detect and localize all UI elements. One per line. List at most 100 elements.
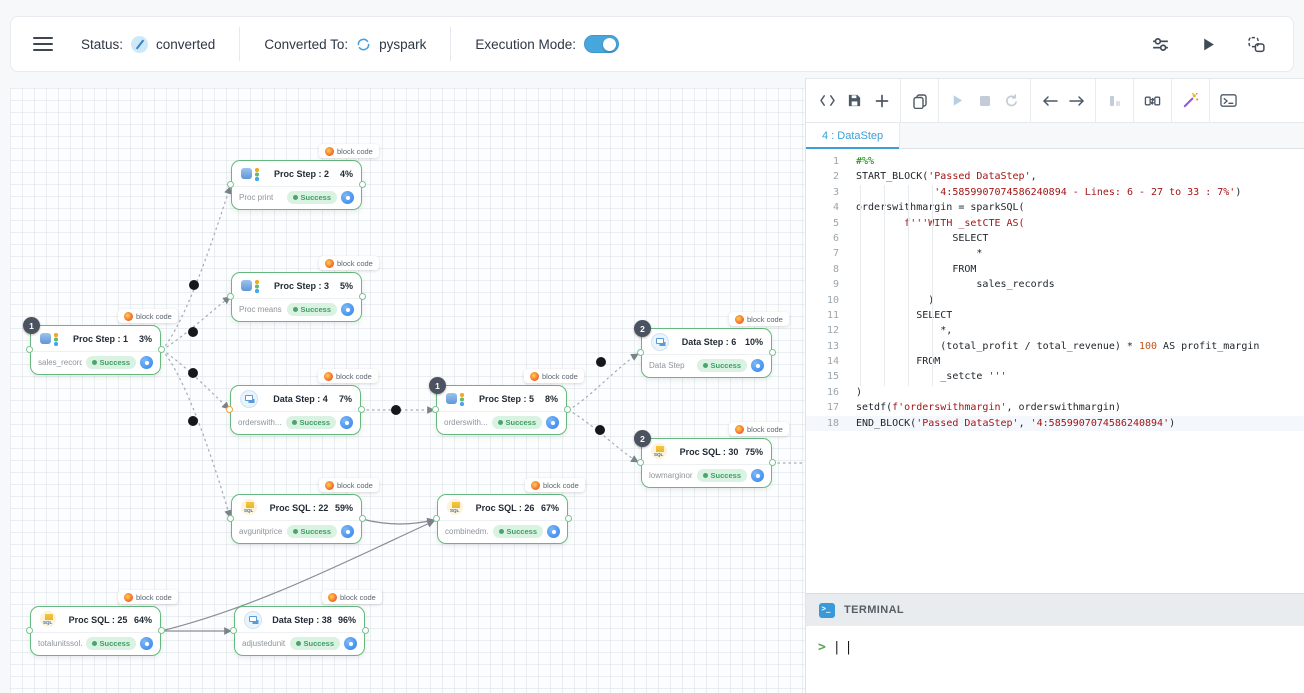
reset-icon[interactable] [998, 87, 1025, 114]
back-icon[interactable] [1036, 87, 1063, 114]
flow-node-data-step-6[interactable]: 2Data Step : 610%Data StepSuccess [641, 328, 772, 378]
code-line[interactable]: 1#%% [806, 154, 1304, 169]
node-action-button[interactable] [341, 303, 354, 316]
code-line[interactable]: 6 SELECT [806, 231, 1304, 246]
code-line[interactable]: 10 ) [806, 293, 1304, 308]
code-line[interactable]: 13 (total_profit / total_revenue) * 100 … [806, 339, 1304, 354]
run-cell-icon[interactable] [944, 87, 971, 114]
output-port[interactable] [359, 515, 366, 522]
flow-node-proc-sql-30[interactable]: 2Proc SQL : 3075%lowmarginor...Success [641, 438, 772, 488]
terminal-header[interactable]: TERMINAL [806, 593, 1304, 626]
node-action-button[interactable] [344, 637, 357, 650]
code-line[interactable]: 18END_BLOCK('Passed DataStep', '4:585990… [806, 416, 1304, 431]
node-action-button[interactable] [140, 637, 153, 650]
code-line[interactable]: 8 FROM [806, 262, 1304, 277]
code-line[interactable]: 9 sales_records [806, 277, 1304, 292]
input-port[interactable] [432, 406, 439, 413]
block-code-chip[interactable]: block code [319, 144, 379, 158]
block-code-chip[interactable]: block code [319, 256, 379, 270]
output-port[interactable] [769, 459, 776, 466]
block-code-chip[interactable]: block code [729, 312, 789, 326]
flow-node-proc-sql-26[interactable]: Proc SQL : 2667%combinedm...Success [437, 494, 568, 544]
run-all-icon[interactable] [1197, 33, 1219, 55]
code-area[interactable]: 1#%%2START_BLOCK('Passed DataStep',3 '4:… [806, 149, 1304, 593]
code-line[interactable]: 2START_BLOCK('Passed DataStep', [806, 169, 1304, 184]
output-port[interactable] [565, 515, 572, 522]
output-port[interactable] [359, 181, 366, 188]
output-port[interactable] [359, 293, 366, 300]
auto-layout-icon[interactable] [1245, 33, 1267, 55]
compare-icon[interactable] [1139, 87, 1166, 114]
input-port[interactable] [227, 293, 234, 300]
format-icon[interactable] [1101, 87, 1128, 114]
edge-collapse-dot[interactable] [188, 416, 198, 426]
edge-collapse-dot[interactable] [188, 327, 198, 337]
flow-node-proc-sql-25[interactable]: Proc SQL : 2564%totalunitssol...Success [30, 606, 161, 656]
code-line[interactable]: 15 _setcte ''' [806, 369, 1304, 384]
input-port[interactable] [637, 349, 644, 356]
menu-icon[interactable] [33, 37, 53, 51]
code-line[interactable]: 17setdf(f'orderswithmargin', orderswithm… [806, 400, 1304, 415]
block-code-chip[interactable]: block code [525, 478, 585, 492]
save-icon[interactable] [841, 87, 868, 114]
copy-icon[interactable] [906, 87, 933, 114]
input-port[interactable] [26, 346, 33, 353]
input-port[interactable] [226, 406, 233, 413]
stop-icon[interactable] [971, 87, 998, 114]
node-action-button[interactable] [751, 359, 764, 372]
settings-sliders-icon[interactable] [1149, 33, 1171, 55]
output-port[interactable] [158, 346, 165, 353]
code-line[interactable]: 14 FROM [806, 354, 1304, 369]
execution-mode-toggle[interactable] [584, 35, 619, 53]
output-port[interactable] [358, 406, 365, 413]
flow-node-data-step-38[interactable]: Data Step : 3896%adjustedunit...Success [234, 606, 365, 656]
block-code-chip[interactable]: block code [319, 478, 379, 492]
node-action-button[interactable] [751, 469, 764, 482]
code-line[interactable]: 12 *, [806, 323, 1304, 338]
add-cell-icon[interactable] [868, 87, 895, 114]
block-code-chip[interactable]: block code [729, 422, 789, 436]
input-port[interactable] [230, 627, 237, 634]
node-action-button[interactable] [140, 356, 153, 369]
node-action-button[interactable] [341, 525, 354, 538]
flow-node-proc-step-1[interactable]: 1Proc Step : 13%sales_recordsSuccess [30, 325, 161, 375]
block-code-chip[interactable]: block code [524, 369, 584, 383]
input-port[interactable] [637, 459, 644, 466]
node-action-button[interactable] [546, 416, 559, 429]
output-port[interactable] [362, 627, 369, 634]
block-code-chip[interactable]: block code [322, 590, 382, 604]
input-port[interactable] [433, 515, 440, 522]
flow-canvas[interactable]: block code 1Proc Step : 13%sales_recordsS… [10, 88, 805, 693]
code-line[interactable]: 4orderswithmargin = sparkSQL( [806, 200, 1304, 215]
input-port[interactable] [227, 181, 234, 188]
input-port[interactable] [227, 515, 234, 522]
flow-node-proc-sql-22[interactable]: Proc SQL : 2259%avgunitprice...Success [231, 494, 362, 544]
code-line[interactable]: 7 * [806, 246, 1304, 261]
edge-collapse-dot[interactable] [595, 425, 605, 435]
edge-collapse-dot[interactable] [596, 357, 606, 367]
input-port[interactable] [26, 627, 33, 634]
code-line[interactable]: 11 SELECT [806, 308, 1304, 323]
node-action-button[interactable] [547, 525, 560, 538]
edge-collapse-dot[interactable] [189, 280, 199, 290]
open-terminal-icon[interactable] [1215, 87, 1242, 114]
code-line[interactable]: 16) [806, 385, 1304, 400]
tab-datastep[interactable]: 4 : DataStep [806, 123, 900, 149]
block-code-chip[interactable]: block code [318, 369, 378, 383]
block-code-chip[interactable]: block code [118, 590, 178, 604]
terminal-body[interactable]: >|| [806, 626, 1304, 693]
flow-node-data-step-4[interactable]: Data Step : 47%orderswith...Success [230, 385, 361, 435]
node-action-button[interactable] [340, 416, 353, 429]
edge-collapse-dot[interactable] [188, 368, 198, 378]
code-line[interactable]: 3 '4:5859907074586240894 - Lines: 6 - 27… [806, 185, 1304, 200]
magic-wand-icon[interactable] [1177, 87, 1204, 114]
flow-node-proc-step-5[interactable]: 1Proc Step : 58%orderswith...Success [436, 385, 567, 435]
block-code-chip[interactable]: block code [118, 309, 178, 323]
flow-node-proc-step-2[interactable]: Proc Step : 24%Proc printSuccess [231, 160, 362, 210]
output-port[interactable] [769, 349, 776, 356]
code-view-icon[interactable] [814, 87, 841, 114]
node-action-button[interactable] [341, 191, 354, 204]
output-port[interactable] [564, 406, 571, 413]
edge-collapse-dot[interactable] [391, 405, 401, 415]
forward-icon[interactable] [1063, 87, 1090, 114]
